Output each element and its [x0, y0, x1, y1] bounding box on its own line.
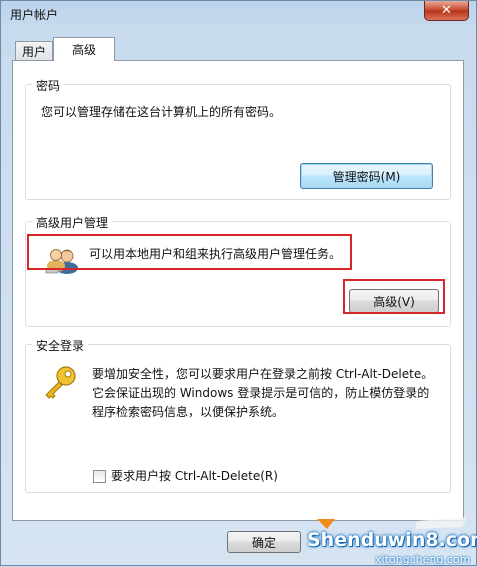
secure-logon-description-line3: 程序检索密码信息，以便保护系统。	[92, 405, 285, 419]
highlight-box-description	[27, 234, 352, 270]
require-ctrl-alt-delete-label[interactable]: 要求用户按 Ctrl-Alt-Delete(R)	[111, 467, 278, 486]
window-title: 用户帐户	[10, 8, 59, 22]
tab-users[interactable]: 用户	[15, 41, 53, 60]
key-icon	[42, 365, 78, 399]
manage-passwords-button[interactable]: 管理密码(M)	[300, 163, 433, 189]
secure-logon-description-line2: 它会保证出现的 Windows 登录提示是可信的，防止模仿登录的	[92, 386, 430, 400]
site-watermark: Shenduwin8.com xitongcheng.com	[297, 515, 477, 567]
secure-logon-legend: 安全登录	[32, 337, 89, 354]
ok-button-label: 确定	[251, 535, 276, 550]
tab-advanced[interactable]: 高级	[53, 37, 115, 61]
watermark-main-text: Shenduwin8.com	[307, 529, 477, 551]
advanced-group-legend: 高级用户管理	[32, 214, 113, 231]
highlight-box-advanced-button	[343, 279, 445, 314]
require-ctrl-alt-delete-checkbox[interactable]	[93, 470, 106, 483]
secure-logon-group: 安全登录 要增加安全性，您可以要求用户在登录之前按 Ctrl-Alt-Delet…	[25, 337, 451, 493]
manage-passwords-button-label: 管理密码(M)	[332, 169, 401, 184]
tab-advanced-label: 高级	[71, 43, 96, 57]
user-accounts-window: 用户帐户 ✕ 用户 高级 密码 您可以管理存储在这台计算机上的所有密码。 管理密…	[0, 0, 477, 566]
close-icon: ✕	[441, 3, 452, 18]
secure-logon-description-line1: 要增加安全性，您可以要求用户在登录之前按 Ctrl-Alt-Delete。	[92, 367, 434, 381]
watermark-sub-text: xitongcheng.com	[375, 553, 471, 566]
tab-users-label: 用户	[21, 44, 46, 59]
close-button[interactable]: ✕	[424, 1, 469, 21]
title-bar[interactable]: 用户帐户 ✕	[1, 1, 476, 27]
password-group: 密码 您可以管理存储在这台计算机上的所有密码。 管理密码(M)	[25, 77, 451, 200]
password-group-legend: 密码	[32, 77, 65, 94]
ok-button[interactable]: 确定	[227, 531, 301, 553]
tab-panel-advanced: 密码 您可以管理存储在这台计算机上的所有密码。 管理密码(M) 高级用户管理 可…	[12, 60, 464, 521]
password-description: 您可以管理存储在这台计算机上的所有密码。	[41, 105, 282, 119]
